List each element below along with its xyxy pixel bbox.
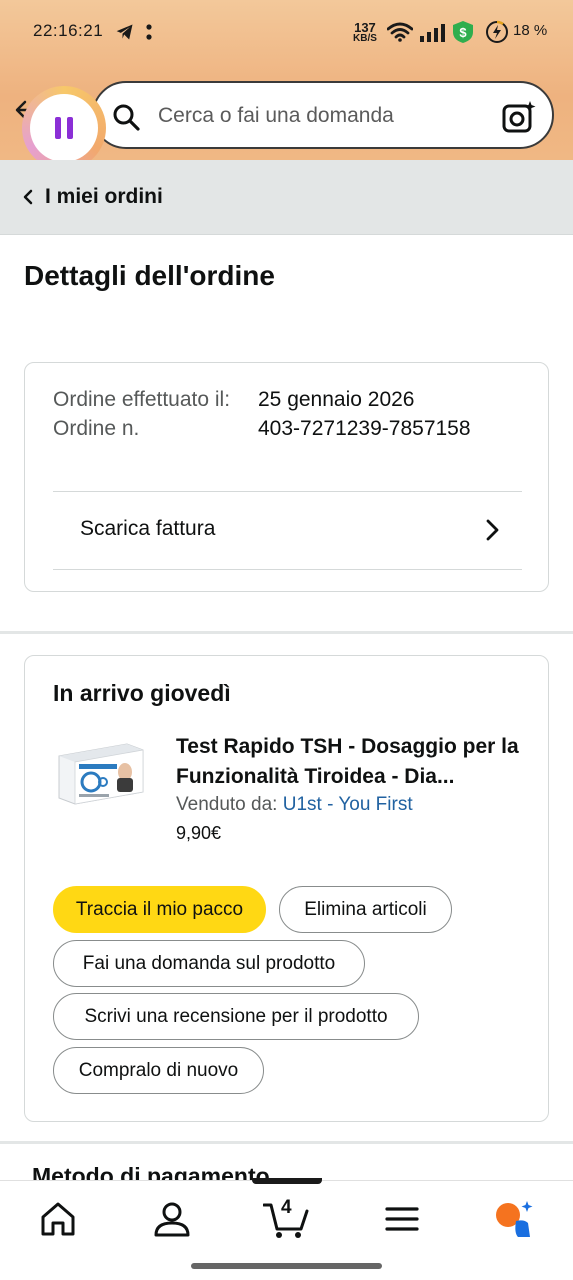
buy-again-button[interactable]: Compralo di nuovo: [53, 1047, 264, 1094]
product-image[interactable]: [57, 738, 147, 808]
delivery-status-title: In arrivo giovedì: [53, 680, 231, 706]
battery-percentage: 18 %: [513, 22, 548, 39]
menu-icon[interactable]: [382, 1199, 422, 1239]
page-title: Dettagli dell'ordine: [24, 260, 275, 291]
track-package-button[interactable]: Traccia il mio pacco: [53, 886, 266, 933]
status-time: 22:16:21: [33, 21, 104, 40]
telegram-icon: [116, 24, 133, 40]
order-info-labels: Ordine effettuato il: Ordine n.: [53, 385, 243, 443]
order-number-label: Ordine n.: [53, 417, 140, 440]
chevron-right-icon: [486, 519, 499, 541]
breadcrumb[interactable]: I miei ordini: [0, 160, 573, 235]
ask-product-question-button[interactable]: Fai una domanda sul prodotto: [53, 940, 365, 987]
assistant-floating-button[interactable]: [22, 86, 106, 170]
search-bar[interactable]: Cerca o fai una domanda: [92, 81, 554, 149]
order-placed-label: Ordine effettuato il:: [53, 388, 231, 411]
write-review-button[interactable]: Scrivi una recensione per il prodotto: [53, 993, 419, 1040]
battery-charging-icon: [486, 20, 508, 43]
delete-items-button[interactable]: Elimina articoli: [279, 886, 452, 933]
chevron-left-icon: [23, 189, 33, 205]
network-speed: 137 KB/S: [353, 20, 377, 44]
wifi-icon: [387, 22, 413, 42]
account-icon[interactable]: [152, 1199, 192, 1239]
cart-count-badge: 4: [281, 1197, 292, 1218]
section-separator: [0, 631, 573, 634]
sold-by: Venduto da: U1st - You First: [176, 794, 413, 816]
app-header: 22:16:21 137 KB/S $ 18 % Cerca o fai una…: [0, 0, 573, 170]
order-date-value: 25 gennaio 2026: [258, 388, 415, 411]
breadcrumb-label[interactable]: I miei ordini: [45, 185, 163, 209]
svg-text:$: $: [459, 25, 467, 40]
pause-icon: [55, 117, 73, 139]
delivery-card: In arrivo giovedì Test Rapido TSH - Dosa…: [24, 655, 549, 1122]
security-shield-icon: $: [453, 21, 473, 43]
home-indicator[interactable]: [191, 1263, 382, 1269]
sold-by-label: Venduto da:: [176, 794, 278, 815]
order-info-card: Ordine effettuato il: Ordine n. 25 genna…: [24, 362, 549, 592]
download-invoice-label[interactable]: Scarica fattura: [80, 517, 215, 541]
status-bar: 22:16:21 137 KB/S $ 18 %: [0, 0, 573, 62]
more-dots-icon: [146, 24, 152, 40]
product-title-link[interactable]: Test Rapido TSH - Dosaggio per la Funzio…: [176, 732, 526, 792]
active-tab-indicator: [252, 1178, 322, 1184]
divider: [53, 491, 522, 492]
product-price: 9,90€: [176, 823, 222, 843]
order-info-values: 25 gennaio 2026 403-7271239-7857158: [258, 385, 471, 443]
section-separator: [0, 1141, 573, 1144]
assistant-icon[interactable]: [494, 1199, 534, 1239]
divider: [53, 569, 522, 570]
order-number-value: 403-7271239-7857158: [258, 417, 471, 440]
download-invoice-row[interactable]: Scarica fattura: [53, 493, 522, 569]
camera-search-icon[interactable]: [502, 100, 536, 134]
bottom-navigation: 4: [0, 1178, 573, 1280]
search-icon: [113, 104, 140, 131]
seller-link[interactable]: U1st - You First: [283, 794, 413, 815]
search-input[interactable]: Cerca o fai una domanda: [158, 104, 394, 128]
signal-icon: [420, 24, 445, 42]
home-icon[interactable]: [38, 1199, 78, 1239]
